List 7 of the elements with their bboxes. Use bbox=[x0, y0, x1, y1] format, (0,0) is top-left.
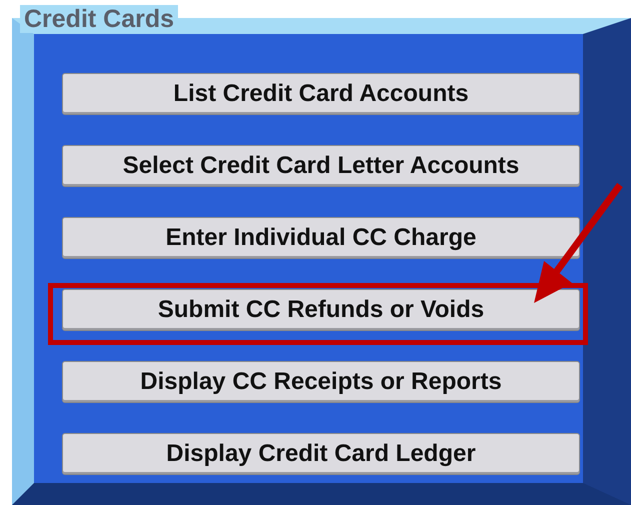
panel-title: Credit Cards bbox=[20, 5, 178, 33]
menu-button[interactable]: Submit CC Refunds or Voids bbox=[62, 289, 580, 331]
menu-button[interactable]: Select Credit Card Letter Accounts bbox=[62, 145, 580, 187]
menu-button[interactable]: List Credit Card Accounts bbox=[62, 73, 580, 115]
menu-button[interactable]: Display Credit Card Ledger bbox=[62, 433, 580, 475]
menu-button[interactable]: Display CC Receipts or Reports bbox=[62, 361, 580, 403]
menu-button[interactable]: Enter Individual CC Charge bbox=[62, 217, 580, 259]
